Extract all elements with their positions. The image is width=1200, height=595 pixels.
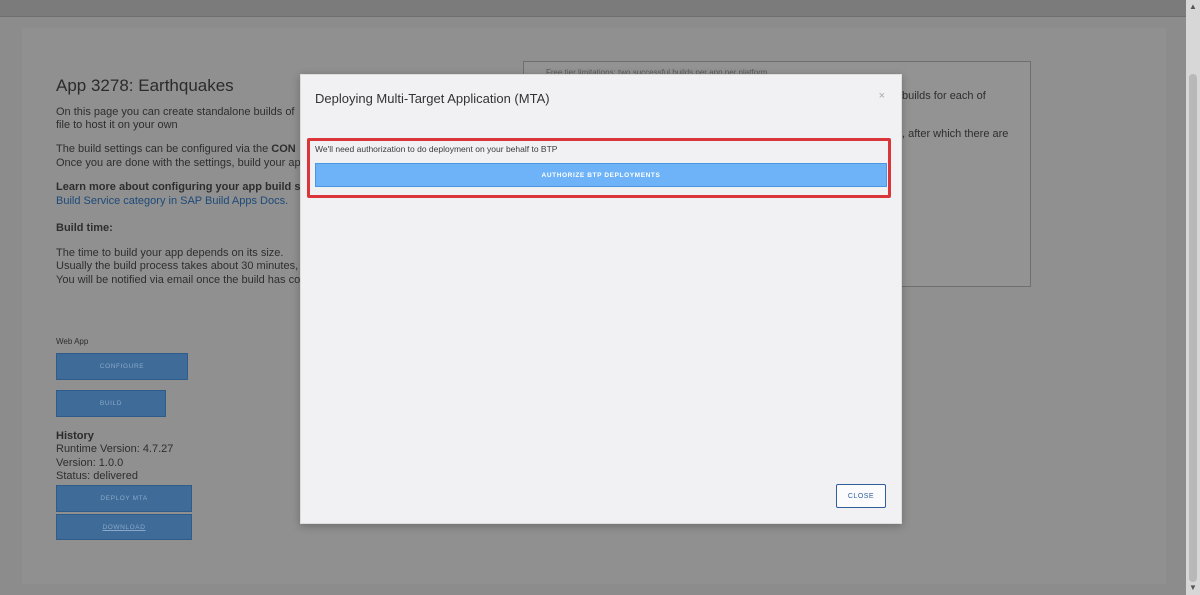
docs-link[interactable]: Build Service category in SAP Build Apps…	[56, 195, 288, 209]
download-button[interactable]: DOWNLOAD	[56, 514, 192, 540]
info-box-line-1: builds for each of	[902, 90, 986, 102]
build-button[interactable]: BUILD	[56, 390, 166, 417]
build-time-heading: Build time:	[56, 222, 113, 236]
close-button-label: CLOSE	[847, 492, 875, 500]
vertical-scrollbar[interactable]: ▲ ▼	[1186, 0, 1200, 595]
info-box-line-2: , after which there are	[902, 128, 1009, 140]
build-time-line-1: The time to build your app depends on it…	[56, 247, 284, 259]
deploy-mta-button-label: DEPLOY MTA	[100, 495, 148, 502]
deploy-mta-button[interactable]: DEPLOY MTA	[56, 485, 192, 512]
settings-line-1: The build settings can be configured via…	[56, 143, 296, 157]
configure-mention: CON	[271, 143, 296, 155]
learn-more-text: Learn more about configuring your app bu…	[56, 181, 314, 193]
close-button[interactable]: CLOSE	[836, 484, 886, 508]
runtime-version: Runtime Version: 4.7.27	[56, 443, 174, 455]
configure-button-label: CONFIGURE	[99, 363, 145, 370]
download-button-label: DOWNLOAD	[102, 523, 146, 531]
build-time-line-3: You will be notified via email once the …	[56, 274, 301, 286]
build-status: Status: delivered	[56, 470, 138, 482]
dialog-title: Deploying Multi-Target Application (MTA)	[315, 91, 550, 106]
settings-text: The build settings can be configured via…	[56, 143, 272, 155]
build-time-title: Build time:	[56, 222, 113, 234]
web-app-label: Web App	[56, 337, 89, 346]
highlight-box	[307, 138, 891, 198]
settings-line-2: Once you are done with the settings, bui…	[56, 157, 301, 169]
build-time-line-2: Usually the build process takes about 30…	[56, 260, 299, 272]
configure-button[interactable]: CONFIGURE	[56, 353, 188, 380]
learn-more-heading: Learn more about configuring your app bu…	[56, 181, 314, 195]
app-version: Version: 1.0.0	[56, 457, 124, 469]
page-title: App 3278: Earthquakes	[56, 76, 234, 95]
intro-line-1: On this page you can create standalone b…	[56, 106, 295, 118]
intro-line-2: file to host it on your own	[56, 119, 178, 131]
scroll-up-icon[interactable]: ▲	[1189, 3, 1197, 11]
browser-top-bar	[0, 0, 1186, 17]
build-button-label: BUILD	[99, 400, 123, 407]
scrollbar-thumb[interactable]	[1189, 74, 1197, 582]
history-title: History	[56, 430, 94, 442]
deploy-mta-dialog: Deploying Multi-Target Application (MTA)…	[300, 74, 902, 524]
close-icon[interactable]: ×	[879, 90, 885, 102]
scroll-down-icon[interactable]: ▼	[1189, 584, 1197, 592]
